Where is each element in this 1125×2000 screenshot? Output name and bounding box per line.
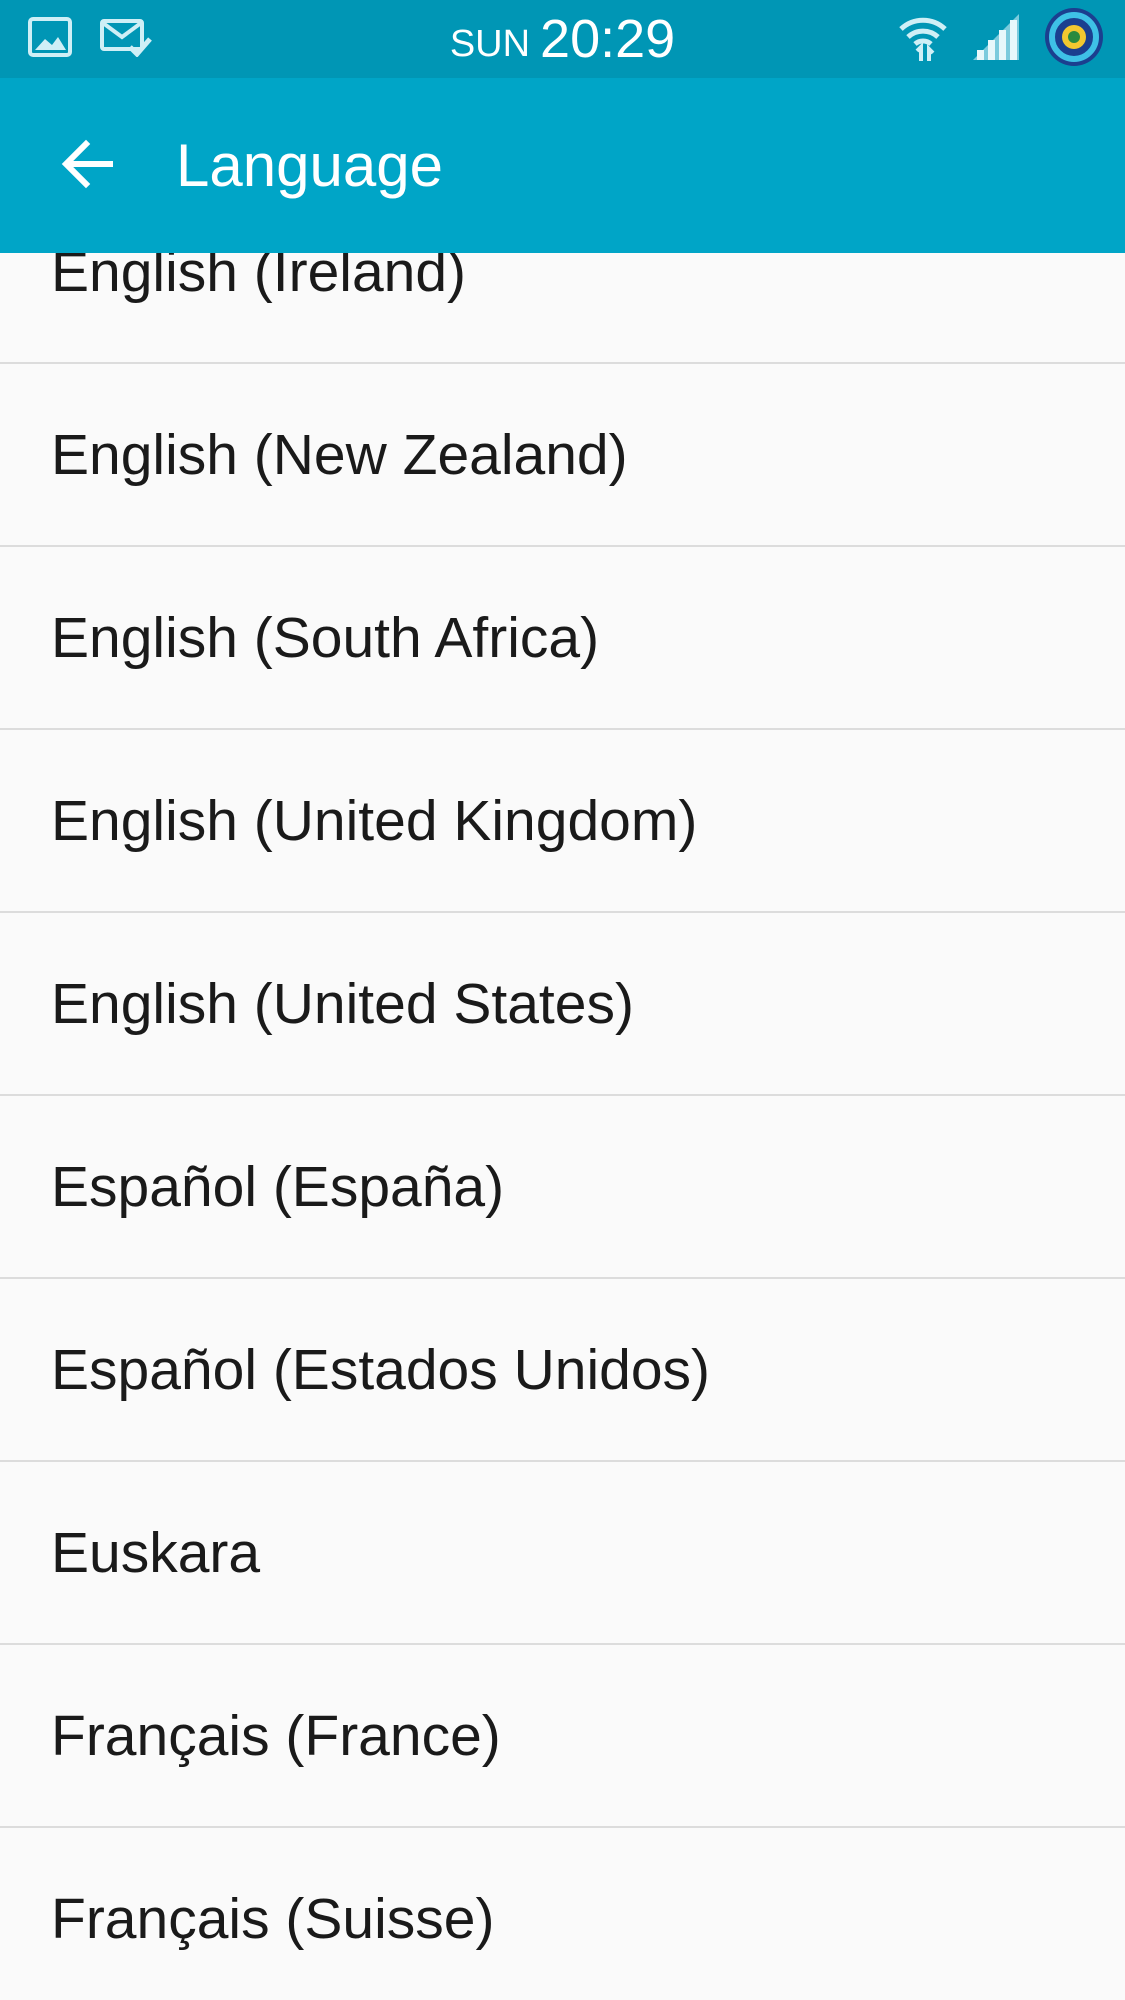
language-label: Français (France) bbox=[51, 1703, 501, 1768]
language-item-english-united-kingdom[interactable]: English (United Kingdom) bbox=[0, 730, 1125, 913]
arrow-left-icon bbox=[60, 136, 116, 197]
language-label: Español (Estados Unidos) bbox=[51, 1337, 711, 1402]
language-item-english-united-states[interactable]: English (United States) bbox=[0, 913, 1125, 1096]
status-time: 20:29 bbox=[540, 9, 676, 69]
language-label: English (United States) bbox=[51, 971, 634, 1036]
language-item-euskara[interactable]: Euskara bbox=[0, 1462, 1125, 1645]
language-label: Euskara bbox=[51, 1520, 261, 1585]
language-item-english-ireland[interactable]: English (Ireland) bbox=[0, 253, 1125, 364]
language-list-content: English (Ireland) English (New Zealand) … bbox=[0, 253, 1125, 2000]
language-item-english-new-zealand[interactable]: English (New Zealand) bbox=[0, 364, 1125, 547]
language-list[interactable]: English (Ireland) English (New Zealand) … bbox=[0, 253, 1125, 2000]
status-bar: SUN 20:29 bbox=[0, 0, 1125, 78]
language-item-espanol-estados-unidos[interactable]: Español (Estados Unidos) bbox=[0, 1279, 1125, 1462]
language-item-francais-suisse[interactable]: Français (Suisse) bbox=[0, 1828, 1125, 2000]
status-day: SUN bbox=[449, 22, 531, 65]
language-label: English (New Zealand) bbox=[51, 422, 628, 487]
language-item-english-south-africa[interactable]: English (South Africa) bbox=[0, 547, 1125, 730]
language-item-espanol-espana[interactable]: Español (España) bbox=[0, 1096, 1125, 1279]
back-button[interactable] bbox=[38, 124, 138, 208]
language-label: English (United Kingdom) bbox=[51, 788, 698, 853]
screen: SUN 20:29 Language English (Ireland) Eng… bbox=[0, 0, 1125, 2000]
language-label: Français (Suisse) bbox=[51, 1886, 495, 1951]
system-icons bbox=[897, 6, 1105, 73]
signal-icon bbox=[971, 12, 1021, 67]
page-title: Language bbox=[176, 132, 443, 199]
language-label: Español (España) bbox=[51, 1154, 505, 1219]
app-bar: Language bbox=[0, 78, 1125, 253]
language-label: English (Ireland) bbox=[51, 253, 467, 304]
language-label: English (South Africa) bbox=[51, 605, 600, 670]
app-round-icon bbox=[1043, 6, 1105, 73]
language-item-francais-france[interactable]: Français (France) bbox=[0, 1645, 1125, 1828]
wifi-icon bbox=[897, 11, 949, 68]
